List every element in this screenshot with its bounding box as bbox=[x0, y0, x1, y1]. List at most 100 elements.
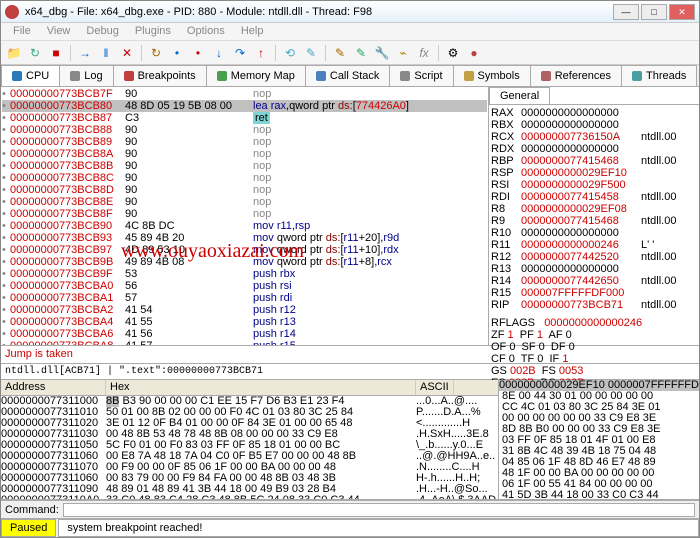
disasm-row[interactable]: •00000000773BCBA441 55push r13 bbox=[2, 316, 487, 328]
tab-log[interactable]: Log bbox=[59, 65, 113, 86]
tab-strip: CPULogBreakpointsMemory MapCall StackScr… bbox=[1, 65, 699, 87]
tool1-icon[interactable]: 🔧 bbox=[373, 44, 391, 62]
minimize-button[interactable]: — bbox=[613, 4, 639, 20]
flag-row: CF 0 TF 0 IF 1 bbox=[491, 353, 697, 365]
stepinto-icon[interactable]: ↓ bbox=[210, 44, 228, 62]
menu-file[interactable]: File bbox=[5, 23, 39, 40]
app-icon bbox=[5, 5, 19, 19]
fx-icon[interactable]: fx bbox=[415, 44, 433, 62]
menu-plugins[interactable]: Plugins bbox=[127, 23, 179, 40]
menu-options[interactable]: Options bbox=[179, 23, 233, 40]
toolbar: 📁 ↻ ■ → ‖ ✕ ↻ • • ↓ ↷ ↑ ⟲ ✎ ✎ ✎ 🔧 ⌁ fx ⚙… bbox=[1, 41, 699, 65]
disasm-row[interactable]: •00000000773BCB904C 8B DCmov r11,rsp bbox=[2, 220, 487, 232]
disasm-row[interactable]: •00000000773BCB9F53push rbx bbox=[2, 268, 487, 280]
restart-icon[interactable]: ↻ bbox=[147, 44, 165, 62]
reg-row[interactable]: R8 0000000000029EF08 bbox=[491, 203, 697, 215]
plugin2-icon[interactable]: ✎ bbox=[302, 44, 320, 62]
reg-row[interactable]: R110000000000000246L' ' bbox=[491, 239, 697, 251]
menu-view[interactable]: View bbox=[39, 23, 79, 40]
disasm-row[interactable]: •00000000773BCBA241 54push r12 bbox=[2, 304, 487, 316]
disasm-row[interactable]: •00000000773BCB8F90nop bbox=[2, 208, 487, 220]
flag-row: GS 002B FS 0053 bbox=[491, 365, 697, 377]
disasm-row[interactable]: •00000000773BCBA056push rsi bbox=[2, 280, 487, 292]
refresh-icon[interactable]: ↻ bbox=[26, 44, 44, 62]
reg-row[interactable]: R130000000000000000 bbox=[491, 263, 697, 275]
disasm-row[interactable]: •00000000773BCB8C90nop bbox=[2, 172, 487, 184]
settings-icon[interactable]: ⚙ bbox=[444, 44, 462, 62]
reg-row[interactable]: R100000000000000000 bbox=[491, 227, 697, 239]
step-icon[interactable]: • bbox=[168, 44, 186, 62]
tab-memory-map[interactable]: Memory Map bbox=[206, 65, 306, 86]
reg-row[interactable]: R120000000077442520ntdll.00 bbox=[491, 251, 697, 263]
menu-help[interactable]: Help bbox=[233, 23, 272, 40]
disasm-row[interactable]: •00000000773BCB974D 89 53 10mov qword pt… bbox=[2, 244, 487, 256]
tab-general[interactable]: General bbox=[489, 87, 550, 104]
disasm-row[interactable]: •00000000773BCB8048 8D 05 19 5B 08 00lea… bbox=[2, 100, 487, 112]
disasm-row[interactable]: •00000000773BCB87C3ret bbox=[2, 112, 487, 124]
tab-icon bbox=[400, 71, 410, 81]
tab-script[interactable]: Script bbox=[389, 65, 453, 86]
close-button[interactable]: ✕ bbox=[669, 4, 695, 20]
reg-row[interactable]: RDI0000000077415458ntdll.00 bbox=[491, 191, 697, 203]
command-label: Command: bbox=[5, 504, 59, 516]
tab-references[interactable]: References bbox=[530, 65, 622, 86]
about-icon[interactable]: ● bbox=[465, 44, 483, 62]
stack-view[interactable]: 0000000000029EF10 0000007FFFFFFDF000 8E … bbox=[499, 380, 699, 499]
tab-cpu[interactable]: CPU bbox=[1, 65, 60, 86]
disasm-row[interactable]: •00000000773BCBA641 56push r14 bbox=[2, 328, 487, 340]
menu-debug[interactable]: Debug bbox=[78, 23, 126, 40]
status-state: Paused bbox=[1, 519, 56, 537]
tab-breakpoints[interactable]: Breakpoints bbox=[113, 65, 207, 86]
reg-row[interactable]: RBX0000000000000000 bbox=[491, 119, 697, 131]
flag-row: ZF 1 PF 1 AF 0 bbox=[491, 329, 697, 341]
reg-row[interactable]: RCX000000007736150Antdll.00 bbox=[491, 131, 697, 143]
reg-row[interactable]: RIP00000000773BCB71ntdll.00 bbox=[491, 299, 697, 311]
disasm-row[interactable]: •00000000773BCB8D90nop bbox=[2, 184, 487, 196]
plugin1-icon[interactable]: ⟲ bbox=[281, 44, 299, 62]
close2-icon[interactable]: ✕ bbox=[118, 44, 136, 62]
comment-icon[interactable]: ✎ bbox=[352, 44, 370, 62]
disasm-row[interactable]: •00000000773BCB9B49 89 4B 08mov qword pt… bbox=[2, 256, 487, 268]
reg-row[interactable]: R15000007FFFFFDF000 bbox=[491, 287, 697, 299]
stepover-icon[interactable]: ↷ bbox=[231, 44, 249, 62]
disasm-row[interactable]: •00000000773BCB8E90nop bbox=[2, 196, 487, 208]
tab-symbols[interactable]: Symbols bbox=[453, 65, 531, 86]
disasm-row[interactable]: •00000000773BCB7F90nop bbox=[2, 88, 487, 100]
open-icon[interactable]: 📁 bbox=[5, 44, 23, 62]
disasm-row[interactable]: •00000000773BCB8B90nop bbox=[2, 160, 487, 172]
disasm-row[interactable]: •00000000773BCB8990nop bbox=[2, 136, 487, 148]
reg-row[interactable]: RAX0000000000000000 bbox=[491, 107, 697, 119]
tab-icon bbox=[632, 71, 642, 81]
tab-icon bbox=[12, 71, 22, 81]
disasm-row[interactable]: •00000000773BCB8A90nop bbox=[2, 148, 487, 160]
maximize-button[interactable]: □ bbox=[641, 4, 667, 20]
run-icon[interactable]: → bbox=[76, 44, 94, 62]
disassembly-view[interactable]: •00000000773BCB7F90nop•00000000773BCB804… bbox=[1, 87, 489, 345]
reg-row[interactable]: R140000000077442650ntdll.00 bbox=[491, 275, 697, 287]
disasm-row[interactable]: •00000000773BCBA157push rdi bbox=[2, 292, 487, 304]
dump-row[interactable]: 00000000773110A033 C0 48 83 C4 28 C3 48 … bbox=[1, 495, 498, 499]
command-input[interactable] bbox=[63, 503, 695, 517]
step2-icon[interactable]: • bbox=[189, 44, 207, 62]
tab-call-stack[interactable]: Call Stack bbox=[305, 65, 391, 86]
tab-threads[interactable]: Threads bbox=[621, 65, 697, 86]
flag-row: OF 0 SF 0 DF 0 bbox=[491, 341, 697, 353]
hex-dump[interactable]: Address Hex ASCII 00000000773110008B B3 … bbox=[1, 380, 499, 499]
menu-bar: FileViewDebugPluginsOptionsHelp bbox=[1, 23, 699, 41]
patch-icon[interactable]: ✎ bbox=[331, 44, 349, 62]
tab-icon bbox=[217, 71, 227, 81]
reg-row[interactable]: R9 0000000077415468ntdll.00 bbox=[491, 215, 697, 227]
pause-icon[interactable]: ‖ bbox=[97, 44, 115, 62]
stop-icon[interactable]: ■ bbox=[47, 44, 65, 62]
stack-row[interactable]: 41 5D 3B 44 18 00 33 C0 C3 44 bbox=[499, 490, 699, 499]
disasm-row[interactable]: •00000000773BCB9345 89 4B 20mov qword pt… bbox=[2, 232, 487, 244]
script-icon[interactable]: ⌁ bbox=[394, 44, 412, 62]
reg-row[interactable]: RSP0000000000029EF10 bbox=[491, 167, 697, 179]
reg-row[interactable]: RDX0000000000000000 bbox=[491, 143, 697, 155]
status-bar: Paused system breakpoint reached! bbox=[1, 518, 699, 536]
stepout-icon[interactable]: ↑ bbox=[252, 44, 270, 62]
reg-row[interactable]: RSI0000000000029F500 bbox=[491, 179, 697, 191]
disasm-row[interactable]: •00000000773BCBA841 57push r15 bbox=[2, 340, 487, 345]
reg-row[interactable]: RBP0000000077415468ntdll.00 bbox=[491, 155, 697, 167]
disasm-row[interactable]: •00000000773BCB8890nop bbox=[2, 124, 487, 136]
